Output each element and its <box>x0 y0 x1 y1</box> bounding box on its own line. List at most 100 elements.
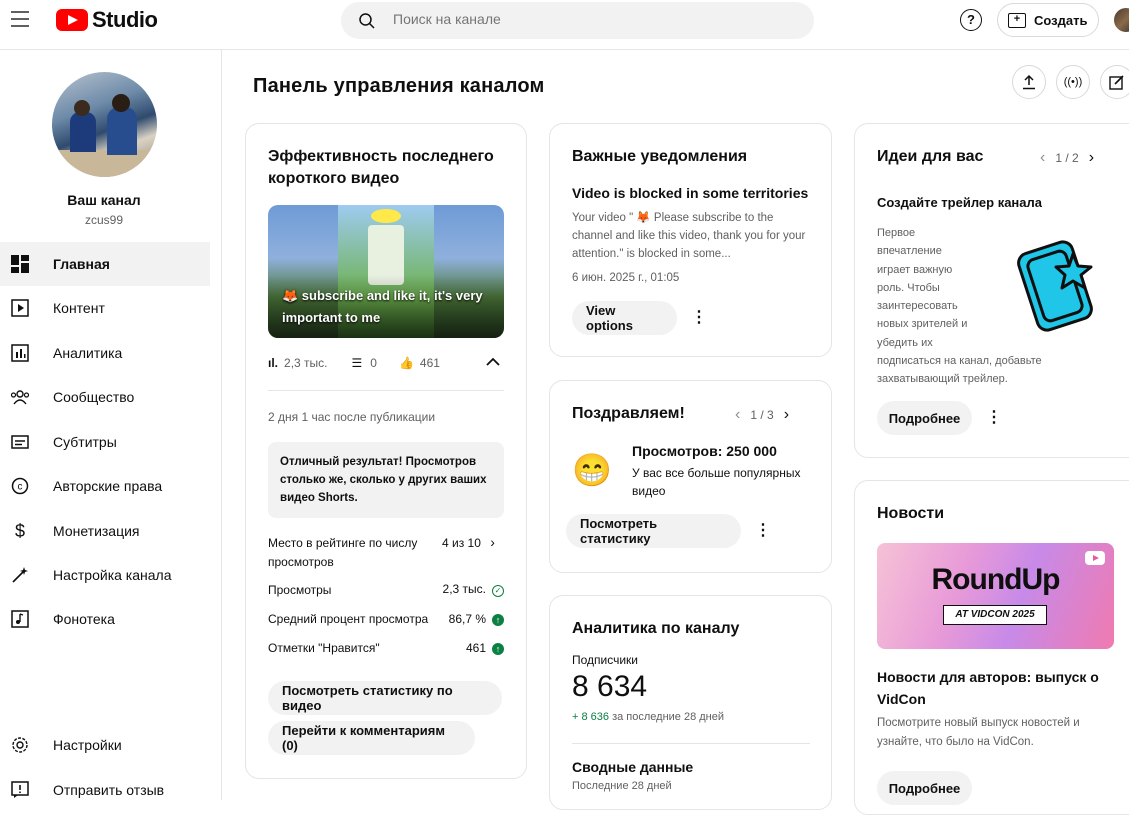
channel-handle: zcus99 <box>84 213 124 227</box>
top-bar: Studio ? + Создать <box>0 0 1129 50</box>
sidebar-item-monetization[interactable]: $ Монетизация <box>0 509 210 553</box>
chevron-left-icon[interactable]: ‹ <box>1040 149 1045 167</box>
milestone-pager: ‹ 1 / 3 › <box>735 406 789 424</box>
since-publish: 2 дня 1 час после публикации <box>268 410 436 424</box>
sidebar-item-label: Контент <box>53 300 105 316</box>
audio-library-icon <box>10 609 30 629</box>
feedback-icon <box>10 780 30 800</box>
more-options-icon[interactable]: ⋮ <box>753 520 773 540</box>
sidebar-item-audio-library[interactable]: Фонотека <box>0 597 210 641</box>
create-button[interactable]: + Создать <box>997 3 1099 37</box>
stat-row-views: Просмотры 2,3 тыс. ✓ <box>268 582 504 597</box>
short-metrics: ıl. 2,3 тыс. ☰ 0 👍 461 <box>268 356 440 370</box>
arrow-up-circle-icon: ↑ <box>492 643 504 655</box>
stat-label: Средний процент просмотра <box>268 612 429 626</box>
community-icon <box>10 387 30 407</box>
create-post-button[interactable] <box>1100 65 1129 99</box>
view-stats-button[interactable]: Посмотреть статистику <box>566 514 741 548</box>
rank-label: Место в рейтинге по числу просмотров <box>268 536 418 569</box>
banner-title: RoundUp <box>931 563 1061 596</box>
stat-row-avg-view: Средний процент просмотра 86,7 % ↑ <box>268 612 504 626</box>
sidebar-item-label: Авторские права <box>53 478 163 494</box>
card-title: Поздравляем! <box>572 405 685 422</box>
ideas-card: Идеи для вас ‹ 1 / 2 › Создайте трейлер … <box>854 123 1129 458</box>
sidebar-item-copyright[interactable]: c Авторские права <box>0 464 210 508</box>
channel-analytics-card: Аналитика по каналу Подписчики 8 634 + 8… <box>549 595 832 810</box>
go-to-comments-button[interactable]: Перейти к комментариям (0) <box>268 721 475 755</box>
sidebar-item-dashboard[interactable]: Главная <box>0 242 210 286</box>
go-live-button[interactable]: ((•)) <box>1056 65 1090 99</box>
logo-text: Studio <box>92 7 158 32</box>
sidebar-item-label: Настройка канала <box>53 567 172 583</box>
like-icon: 👍 <box>398 356 414 370</box>
chevron-left-icon[interactable]: ‹ <box>735 406 740 424</box>
comments-icon: ☰ <box>351 356 363 370</box>
chevron-right-icon[interactable]: › <box>784 406 789 424</box>
stat-label: Просмотры <box>268 582 332 597</box>
chevron-right-icon: › <box>490 534 495 550</box>
more-options-icon[interactable]: ⋮ <box>984 407 1004 427</box>
short-thumbnail[interactable]: 🦊 subscribe and like it, it's very impor… <box>268 205 504 338</box>
view-options-button[interactable]: View options <box>572 301 677 335</box>
trailer-phone-icon <box>1017 240 1093 332</box>
sidebar-item-label: Субтитры <box>53 434 117 450</box>
monetization-icon: $ <box>14 520 25 541</box>
latest-short-card: Эффективность последнего короткого видео… <box>245 123 527 779</box>
sidebar-item-settings[interactable]: Настройки <box>0 723 210 767</box>
delta-text: за последние 28 дней <box>612 711 725 723</box>
video-stats-button[interactable]: Посмотреть статистику по видео <box>268 681 502 715</box>
channel-name[interactable]: Ваш канал <box>0 192 208 208</box>
upload-button[interactable] <box>1012 65 1046 99</box>
copyright-icon: c <box>10 476 30 496</box>
rank-value-text: 4 из 10 <box>442 536 481 550</box>
thumbnail-caption: 🦊 subscribe and like it, it's very impor… <box>282 288 483 325</box>
stat-value: 2,3 тыс. <box>442 582 486 596</box>
subscribers-delta: + 8 636 за последние 28 дней <box>572 711 724 723</box>
learn-more-button[interactable]: Подробнее <box>877 401 972 435</box>
more-options-icon[interactable]: ⋮ <box>689 307 709 327</box>
chevron-right-icon[interactable]: › <box>1089 149 1094 167</box>
idea-line: убедить их <box>877 336 933 349</box>
news-banner[interactable]: RoundUp AT VIDCON 2025 <box>877 543 1114 649</box>
notice-date: 6 июн. 2025 г., 01:05 <box>572 272 680 284</box>
card-title: Аналитика по каналу <box>572 620 740 637</box>
card-title: Новости <box>877 505 945 522</box>
pager-text: 1 / 3 <box>750 408 774 422</box>
divider <box>268 390 504 391</box>
live-icon: ((•)) <box>1063 76 1083 88</box>
account-avatar[interactable] <box>1114 8 1129 32</box>
milestone-headline: Просмотров: 250 000 <box>632 443 777 459</box>
result-box: Отличный результат! Просмотров столько ж… <box>268 442 504 518</box>
channel-avatar[interactable] <box>52 72 157 177</box>
grin-emoji-icon: 😁 <box>572 452 612 488</box>
help-icon[interactable]: ? <box>960 9 982 31</box>
sidebar-item-community[interactable]: Сообщество <box>0 375 210 419</box>
sidebar-item-feedback[interactable]: Отправить отзыв <box>0 768 210 812</box>
milestone-text: У вас все больше популярных видео <box>632 466 801 498</box>
arrow-up-circle-icon: ↑ <box>492 614 504 626</box>
sidebar-item-label: Сообщество <box>53 389 135 405</box>
notices-card: Важные уведомления Video is blocked in s… <box>549 123 832 357</box>
svg-text:c: c <box>18 482 23 493</box>
menu-icon[interactable] <box>11 11 31 29</box>
search-bar[interactable] <box>341 2 814 39</box>
subtitles-icon <box>10 432 30 452</box>
notice-body: Your video " 🦊 Please subscribe to the c… <box>572 212 806 260</box>
sidebar-item-analytics[interactable]: Аналитика <box>0 331 210 375</box>
collapse-chevron-icon[interactable] <box>486 354 500 370</box>
sidebar-item-content[interactable]: Контент <box>0 286 210 330</box>
card-title: Идеи для вас <box>877 148 984 165</box>
rank-value[interactable]: 4 из 10 › <box>442 534 495 550</box>
summary-title: Сводные данные <box>572 759 694 775</box>
studio-logo[interactable]: Studio <box>56 7 158 32</box>
youtube-logo-icon <box>56 9 88 31</box>
news-headline[interactable]: Новости для авторов: выпуск о VidCon <box>877 666 1117 710</box>
sidebar-item-subtitles[interactable]: Субтитры <box>0 420 210 464</box>
analytics-icon <box>10 343 30 363</box>
search-input[interactable] <box>393 11 773 27</box>
stat-value: 86,7 % <box>448 612 486 626</box>
page-title: Панель управления каналом <box>253 75 545 97</box>
sidebar-item-label: Главная <box>53 256 110 272</box>
idea-line: захватывающий трейлер. <box>877 373 1008 386</box>
sidebar-item-customization[interactable]: Настройка канала <box>0 553 210 597</box>
